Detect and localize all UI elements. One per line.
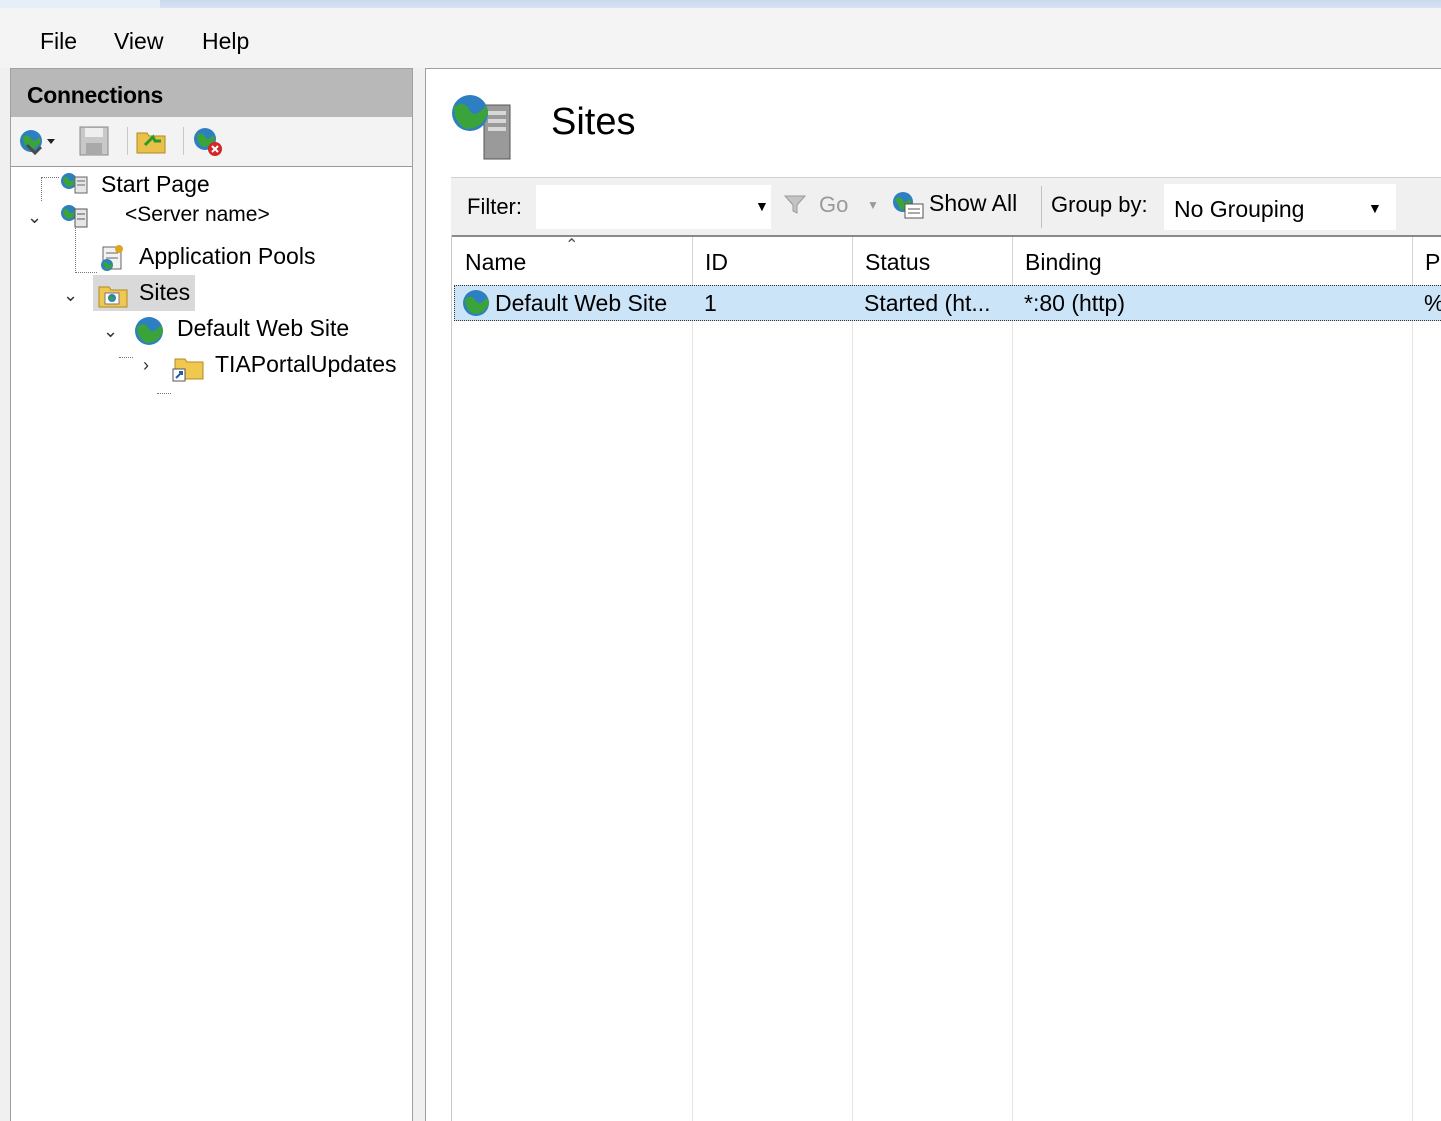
tree-connector bbox=[119, 357, 133, 358]
connections-toolbar bbox=[11, 117, 412, 167]
column-divider bbox=[852, 235, 853, 1121]
menu-bar: File View Help bbox=[0, 8, 1441, 68]
tree-connector bbox=[157, 393, 171, 394]
show-all-label: Show All bbox=[929, 190, 1018, 216]
sites-table: ⌃ Name ID Status Binding Pa Default Web … bbox=[451, 235, 1441, 1121]
toolbar-separator bbox=[127, 127, 128, 155]
tree-connector bbox=[75, 272, 97, 273]
title-bar-edge bbox=[0, 0, 160, 8]
folder-up-icon[interactable] bbox=[135, 125, 169, 159]
chevron-down-icon[interactable]: ⌄ bbox=[103, 321, 118, 342]
header-divider[interactable] bbox=[1412, 237, 1413, 285]
column-header-id[interactable]: ID bbox=[705, 249, 728, 276]
tree-connector bbox=[41, 177, 42, 201]
menu-help[interactable]: Help bbox=[202, 28, 249, 55]
column-divider bbox=[1012, 235, 1013, 1121]
virtual-directory-icon bbox=[172, 358, 204, 382]
funnel-icon bbox=[783, 195, 807, 214]
header-divider[interactable] bbox=[1012, 237, 1013, 285]
filter-separator bbox=[1041, 186, 1042, 228]
table-row[interactable]: Default Web Site 1 Started (ht... *:80 (… bbox=[454, 285, 1441, 321]
filter-label: Filter: bbox=[467, 194, 522, 219]
tree-item-label: Default Web Site bbox=[177, 315, 350, 341]
header-divider[interactable] bbox=[692, 237, 693, 285]
column-header-status[interactable]: Status bbox=[865, 249, 930, 276]
tree-item-label: <Server name> bbox=[125, 203, 270, 226]
globe-connect-icon[interactable] bbox=[17, 125, 55, 159]
globe-icon bbox=[135, 317, 163, 345]
filter-bar: Filter: ▼ Go ▼ Show All Group by: No Gro… bbox=[451, 177, 1441, 235]
globe-icon bbox=[463, 290, 489, 316]
cell-id: 1 bbox=[704, 290, 717, 316]
toolbar-separator bbox=[183, 127, 184, 155]
tree-item-label: Application Pools bbox=[139, 243, 316, 269]
column-divider bbox=[692, 235, 693, 1121]
group-by-select[interactable]: No Grouping ▼ bbox=[1164, 184, 1396, 230]
sites-page-icon bbox=[448, 91, 520, 163]
column-header-name[interactable]: Name bbox=[465, 249, 526, 276]
chevron-down-icon[interactable]: ⌄ bbox=[27, 207, 42, 228]
column-header-binding[interactable]: Binding bbox=[1025, 249, 1102, 276]
table-header: ⌃ Name ID Status Binding Pa bbox=[452, 235, 1441, 285]
menu-view[interactable]: View bbox=[114, 28, 163, 55]
tree-item-label: TIAPortalUpdates bbox=[215, 351, 397, 377]
tree-item-label: Start Page bbox=[101, 171, 210, 197]
disconnect-icon[interactable] bbox=[191, 125, 225, 159]
filter-dropdown-arrow[interactable]: ▼ bbox=[755, 198, 769, 214]
go-dropdown-arrow[interactable]: ▼ bbox=[867, 198, 879, 212]
start-page-icon bbox=[61, 173, 88, 194]
cell-status: Started (ht... bbox=[864, 290, 991, 316]
chevron-down-icon[interactable]: ⌄ bbox=[63, 285, 78, 306]
page-title: Sites bbox=[551, 101, 636, 143]
show-all-icon bbox=[893, 192, 924, 219]
group-by-value: No Grouping bbox=[1174, 196, 1305, 222]
connections-tree: Start Page ⌄ <Server name> Application P… bbox=[11, 167, 412, 1121]
connections-header: Connections bbox=[11, 69, 412, 117]
cell-path: % bbox=[1424, 290, 1441, 317]
chevron-right-icon[interactable]: › bbox=[143, 355, 149, 376]
chevron-down-icon[interactable]: ▼ bbox=[1368, 200, 1382, 216]
tree-connector bbox=[41, 177, 59, 178]
cell-binding: *:80 (http) bbox=[1024, 290, 1125, 316]
cell-name: Default Web Site bbox=[495, 290, 668, 316]
header-divider[interactable] bbox=[852, 237, 853, 285]
main-pane: Sites Filter: ▼ Go ▼ Show All Group by: … bbox=[425, 68, 1441, 1121]
filter-input[interactable] bbox=[536, 185, 771, 229]
go-label: Go bbox=[819, 192, 849, 217]
connections-title: Connections bbox=[27, 82, 163, 108]
column-divider bbox=[1412, 235, 1413, 1121]
group-by-label: Group by: bbox=[1051, 192, 1148, 217]
connections-pane: Connections Start Page ⌄ <Server name> A… bbox=[10, 68, 413, 1121]
application-pools-icon bbox=[101, 245, 123, 271]
sort-ascending-icon: ⌃ bbox=[565, 237, 579, 254]
server-icon bbox=[61, 205, 88, 228]
save-icon[interactable] bbox=[79, 125, 113, 159]
title-bar-strip bbox=[0, 0, 1441, 8]
tree-item-label: Sites bbox=[139, 279, 191, 305]
sites-folder-icon bbox=[98, 286, 128, 308]
menu-file[interactable]: File bbox=[40, 28, 77, 55]
column-header-path[interactable]: Pa bbox=[1425, 249, 1441, 276]
